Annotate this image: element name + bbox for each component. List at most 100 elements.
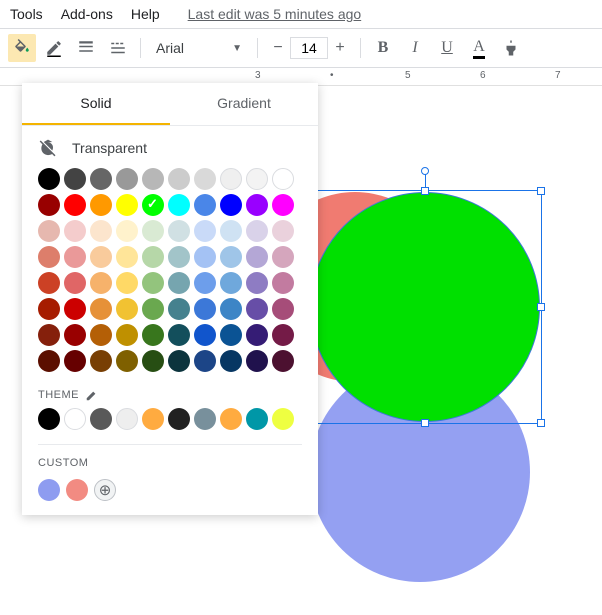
menu-help[interactable]: Help [131,6,160,22]
theme-swatch[interactable] [142,408,164,430]
color-swatch[interactable] [272,220,294,242]
color-swatch[interactable] [168,194,190,216]
color-swatch[interactable] [168,272,190,294]
font-size-input[interactable]: 14 [290,37,328,59]
color-swatch[interactable] [64,298,86,320]
color-swatch[interactable] [64,272,86,294]
color-swatch[interactable] [168,246,190,268]
color-swatch[interactable] [116,168,138,190]
color-swatch[interactable] [246,168,268,190]
color-swatch[interactable] [90,324,112,346]
color-swatch[interactable] [168,298,190,320]
color-swatch[interactable] [272,350,294,372]
color-swatch[interactable] [38,168,60,190]
theme-swatch[interactable] [90,408,112,430]
color-swatch[interactable] [90,272,112,294]
color-swatch[interactable] [116,246,138,268]
color-swatch[interactable] [194,350,216,372]
color-swatch[interactable] [168,350,190,372]
color-swatch[interactable] [220,324,242,346]
color-swatch[interactable] [220,168,242,190]
color-swatch[interactable] [38,194,60,216]
custom-swatch[interactable] [38,479,60,501]
color-swatch[interactable] [246,246,268,268]
color-swatch[interactable] [64,168,86,190]
color-swatch[interactable] [194,194,216,216]
theme-swatch[interactable] [116,408,138,430]
color-swatch[interactable] [38,298,60,320]
color-swatch[interactable] [194,324,216,346]
theme-swatch[interactable] [64,408,86,430]
color-swatch[interactable] [142,168,164,190]
bold-button[interactable]: B [369,34,397,62]
color-swatch[interactable] [142,350,164,372]
color-swatch[interactable] [272,298,294,320]
decrease-font-size-button[interactable]: − [266,36,290,60]
resize-handle-tr[interactable] [537,187,545,195]
tab-gradient[interactable]: Gradient [170,83,318,125]
edit-theme-icon[interactable] [85,388,99,402]
color-swatch[interactable] [142,246,164,268]
color-swatch[interactable] [64,246,86,268]
increase-font-size-button[interactable]: + [328,36,352,60]
menu-addons[interactable]: Add-ons [61,6,113,22]
color-swatch[interactable] [246,324,268,346]
theme-swatch[interactable] [220,408,242,430]
color-swatch[interactable] [38,272,60,294]
color-swatch[interactable] [142,298,164,320]
menu-tools[interactable]: Tools [10,6,43,22]
color-swatch[interactable] [246,194,268,216]
color-swatch[interactable] [116,298,138,320]
color-swatch[interactable] [116,220,138,242]
color-swatch[interactable] [194,220,216,242]
color-swatch[interactable] [142,324,164,346]
resize-handle-bm[interactable] [421,419,429,427]
resize-handle-tm[interactable] [421,187,429,195]
theme-swatch[interactable] [246,408,268,430]
italic-button[interactable]: I [401,34,429,62]
color-swatch[interactable] [116,272,138,294]
color-swatch[interactable] [168,168,190,190]
color-swatch[interactable] [194,298,216,320]
color-swatch[interactable] [220,350,242,372]
custom-swatch[interactable] [66,479,88,501]
selection-box[interactable] [308,190,542,424]
color-swatch[interactable] [90,350,112,372]
add-custom-color-button[interactable]: ⊕ [94,479,116,501]
font-family-selector[interactable]: Arial ▼ [149,37,249,59]
color-swatch[interactable] [194,272,216,294]
color-swatch[interactable] [38,220,60,242]
color-swatch[interactable] [90,168,112,190]
transparent-option[interactable]: Transparent [22,126,318,168]
color-swatch[interactable] [168,324,190,346]
resize-handle-mr[interactable] [537,303,545,311]
color-swatch[interactable] [64,324,86,346]
color-swatch[interactable] [220,272,242,294]
tab-solid[interactable]: Solid [22,83,170,125]
color-swatch[interactable] [116,350,138,372]
theme-swatch[interactable] [194,408,216,430]
color-swatch[interactable] [220,194,242,216]
highlight-button[interactable] [497,34,525,62]
color-swatch[interactable] [194,168,216,190]
color-swatch[interactable] [272,246,294,268]
color-swatch[interactable] [90,246,112,268]
fill-color-button[interactable] [8,34,36,62]
color-swatch[interactable] [246,220,268,242]
color-swatch[interactable] [220,220,242,242]
color-swatch[interactable] [90,194,112,216]
border-dash-button[interactable] [104,34,132,62]
rotation-handle[interactable] [421,167,429,175]
color-swatch[interactable] [142,220,164,242]
color-swatch[interactable] [38,324,60,346]
color-swatch[interactable] [116,324,138,346]
color-swatch[interactable] [64,220,86,242]
color-swatch[interactable] [220,246,242,268]
theme-swatch[interactable] [272,408,294,430]
color-swatch[interactable] [272,324,294,346]
theme-swatch[interactable] [168,408,190,430]
border-color-button[interactable] [40,34,68,62]
text-color-button[interactable]: A [465,34,493,62]
last-edit-info[interactable]: Last edit was 5 minutes ago [188,6,362,22]
color-swatch[interactable] [194,246,216,268]
